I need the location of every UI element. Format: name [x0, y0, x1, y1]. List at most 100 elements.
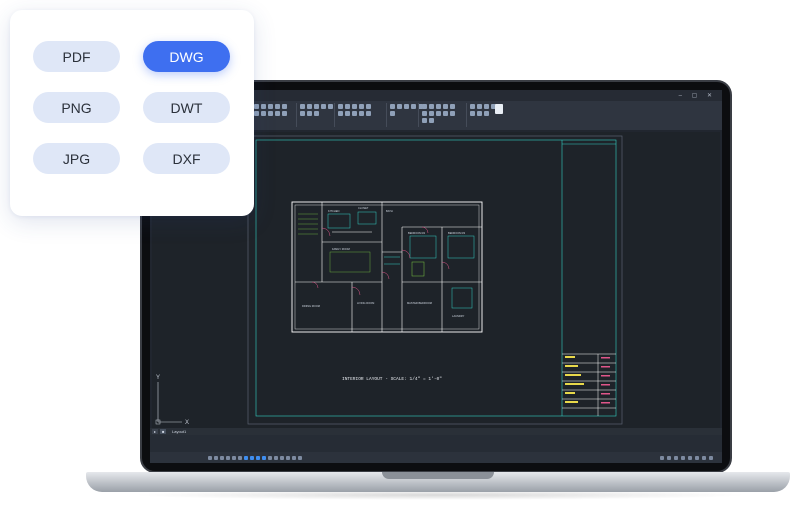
ribbon-tool-icon[interactable]	[307, 111, 312, 116]
ribbon-tool-icon[interactable]	[470, 104, 475, 109]
status-tray-icon[interactable]	[695, 456, 699, 460]
ribbon-tool-icon[interactable]	[359, 104, 364, 109]
room-label: FAMILY ROOM	[332, 247, 350, 251]
ribbon-tool-icon[interactable]	[261, 111, 266, 116]
status-toggle-icon[interactable]	[268, 456, 272, 460]
ribbon-tool-icon[interactable]	[484, 104, 489, 109]
room-label: BEDROOM #3	[448, 231, 466, 235]
ribbon-tool-icon[interactable]	[397, 104, 402, 109]
door-swing	[351, 286, 361, 296]
ribbon-tool-icon[interactable]	[436, 111, 441, 116]
status-toggle-icon[interactable]	[250, 456, 254, 460]
title-block	[562, 353, 616, 416]
ribbon-tool-icon[interactable]	[300, 111, 305, 116]
ribbon-tool-icon[interactable]	[450, 104, 455, 109]
status-toggle-icon[interactable]	[274, 456, 278, 460]
ribbon-tool-icon[interactable]	[352, 111, 357, 116]
ribbon-tool-icon[interactable]	[429, 118, 434, 123]
format-dxf-button[interactable]: DXF	[143, 143, 230, 174]
tab-model-active[interactable]: ■	[160, 429, 167, 434]
status-tray-icon[interactable]	[709, 456, 713, 460]
format-dwt-button[interactable]: DWT	[143, 92, 230, 123]
plan-wall	[327, 213, 351, 229]
status-tray-icon[interactable]	[688, 456, 692, 460]
ribbon-tool-icon[interactable]	[390, 104, 395, 109]
ribbon-tool-icon[interactable]	[254, 111, 259, 116]
ribbon-tool-icon[interactable]	[436, 104, 441, 109]
ribbon-tool-icon[interactable]	[359, 111, 364, 116]
paste-icon[interactable]	[495, 104, 503, 114]
format-jpg-button[interactable]: JPG	[33, 143, 120, 174]
plan-wall	[329, 251, 371, 273]
ribbon-tool-icon[interactable]	[275, 111, 280, 116]
ribbon-tool-icon[interactable]	[470, 111, 475, 116]
ribbon-tool-icon[interactable]	[443, 111, 448, 116]
status-toggle-icon[interactable]	[208, 456, 212, 460]
status-toggle-icon[interactable]	[214, 456, 218, 460]
ribbon-tool-icon[interactable]	[254, 104, 259, 109]
format-pdf-button[interactable]: PDF	[33, 41, 120, 72]
status-toggle-icon[interactable]	[292, 456, 296, 460]
ribbon-separator	[418, 103, 419, 127]
ribbon-tool-icon[interactable]	[352, 104, 357, 109]
ribbon-tool-icon[interactable]	[477, 104, 482, 109]
ribbon-tool-icon[interactable]	[261, 104, 266, 109]
ribbon-tool-icon[interactable]	[321, 104, 326, 109]
ribbon-tool-icon[interactable]	[345, 104, 350, 109]
status-toggle-icon[interactable]	[286, 456, 290, 460]
ribbon-tool-icon[interactable]	[282, 111, 287, 116]
ribbon-tool-icon[interactable]	[450, 111, 455, 116]
ribbon-tool-icon[interactable]	[345, 111, 350, 116]
status-toggle-icon[interactable]	[226, 456, 230, 460]
tab-model[interactable]: ▸	[152, 429, 159, 434]
plan-wall	[357, 211, 377, 225]
ribbon-tool-icon[interactable]	[275, 104, 280, 109]
ribbon-tool-icon[interactable]	[422, 111, 427, 116]
ribbon-tool-icon[interactable]	[429, 111, 434, 116]
status-tray-icon[interactable]	[667, 456, 671, 460]
ribbon-tool-icon[interactable]	[422, 118, 427, 123]
ribbon-tool-icon[interactable]	[328, 104, 333, 109]
ribbon-tool-icon[interactable]	[390, 111, 395, 116]
ribbon-tool-icon[interactable]	[314, 104, 319, 109]
format-dwg-button[interactable]: DWG	[143, 41, 230, 72]
ribbon-tool-icon[interactable]	[404, 104, 409, 109]
format-card: PDF DWG PNG DWT JPG DXF	[10, 10, 254, 216]
ribbon-tool-icon[interactable]	[307, 104, 312, 109]
ribbon-tool-icon[interactable]	[411, 104, 416, 109]
plan-wall	[291, 201, 483, 333]
status-tray-icon[interactable]	[660, 456, 664, 460]
ribbon-tool-icon[interactable]	[422, 104, 427, 109]
ribbon-tool-icon[interactable]	[338, 111, 343, 116]
status-tray-icon[interactable]	[681, 456, 685, 460]
room-label: BATH	[386, 209, 393, 213]
status-toggle-icon[interactable]	[220, 456, 224, 460]
status-toggle-icon[interactable]	[280, 456, 284, 460]
ribbon-tool-icon[interactable]	[484, 111, 489, 116]
ribbon-tool-icon[interactable]	[300, 104, 305, 109]
status-toggle-icon[interactable]	[244, 456, 248, 460]
status-tray-icon[interactable]	[674, 456, 678, 460]
ribbon-tool-icon[interactable]	[477, 111, 482, 116]
ribbon-tool-icon[interactable]	[429, 104, 434, 109]
status-toggle-icon[interactable]	[298, 456, 302, 460]
ribbon-tool-icon[interactable]	[366, 104, 371, 109]
command-line[interactable]	[150, 435, 722, 452]
ribbon-tool-icon[interactable]	[268, 111, 273, 116]
ribbon-tool-icon[interactable]	[282, 104, 287, 109]
ribbon-tool-icon[interactable]	[268, 104, 273, 109]
status-toggle-icon[interactable]	[232, 456, 236, 460]
format-png-button[interactable]: PNG	[33, 92, 120, 123]
room-label: DINING ROOM	[302, 304, 320, 308]
status-toggle-icon[interactable]	[256, 456, 260, 460]
ribbon-tool-icon[interactable]	[443, 104, 448, 109]
ribbon-tool-icon[interactable]	[338, 104, 343, 109]
ribbon-tool-icon[interactable]	[314, 111, 319, 116]
status-toggle-icon[interactable]	[238, 456, 242, 460]
window-controls-icon[interactable]: – ▢ ✕	[679, 92, 716, 99]
laptop-base	[86, 472, 790, 492]
tab-layout1[interactable]: Layout1	[170, 429, 188, 434]
ribbon-tool-icon[interactable]	[366, 111, 371, 116]
status-toggle-icon[interactable]	[262, 456, 266, 460]
status-tray-icon[interactable]	[702, 456, 706, 460]
